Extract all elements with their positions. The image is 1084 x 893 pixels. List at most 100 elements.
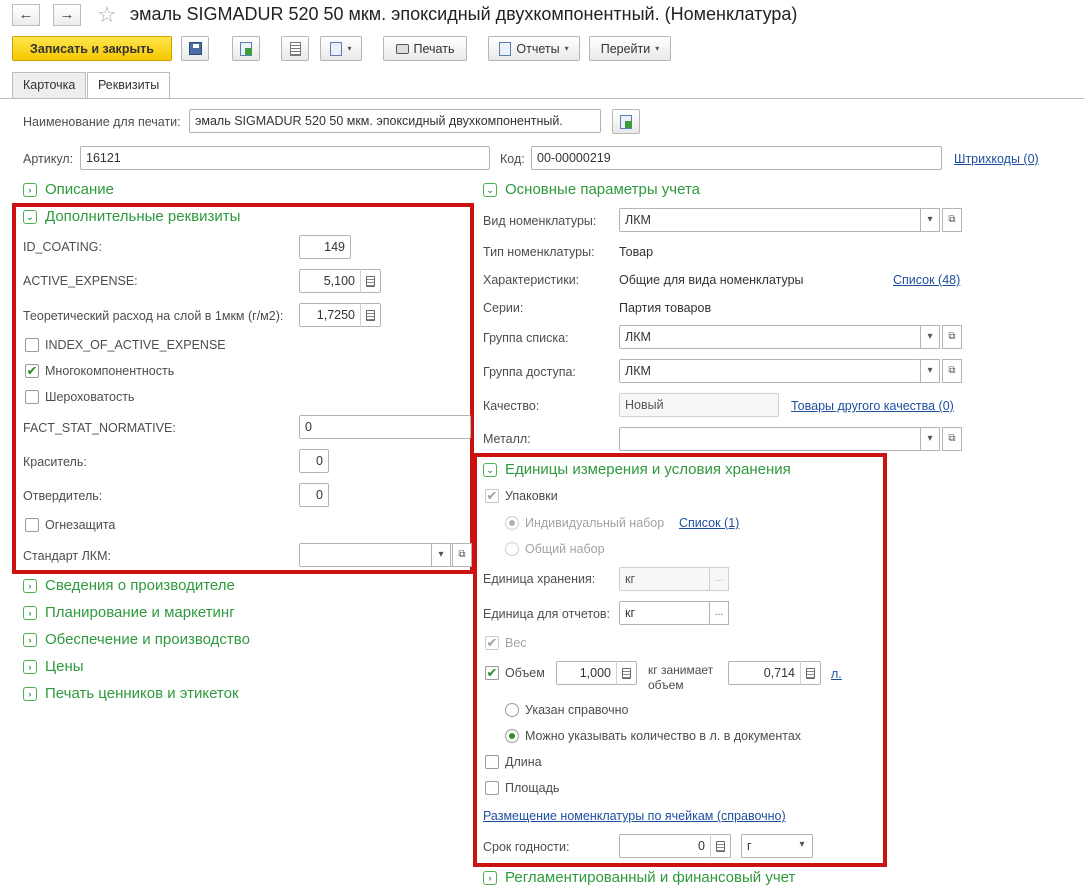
copy-name-button[interactable] xyxy=(612,109,640,134)
list-group-dropdown[interactable]: ▾ xyxy=(920,325,940,349)
report-unit-select-button[interactable]: ... xyxy=(709,601,729,625)
weight-checkbox[interactable]: ✔ xyxy=(485,636,499,650)
quality-field[interactable]: Новый xyxy=(619,393,779,417)
planning-section[interactable]: › Планирование и маркетинг xyxy=(23,604,235,621)
print-button[interactable]: Печать xyxy=(383,36,467,61)
save-and-close-button[interactable]: Записать и закрыть xyxy=(12,36,172,61)
quality-label: Качество: xyxy=(483,399,540,413)
expand-icon: › xyxy=(23,578,37,593)
expand-icon: › xyxy=(23,605,37,620)
metal-dropdown[interactable]: ▾ xyxy=(920,427,940,451)
fireproof-label: Огнезащита xyxy=(45,518,116,532)
fact-stat-field[interactable]: 0 xyxy=(299,415,471,439)
shelf-life-value: 0 xyxy=(698,839,705,853)
fireproof-checkbox[interactable] xyxy=(25,518,39,532)
individual-set-label: Индивидуальный набор xyxy=(525,516,665,530)
multicomponent-checkbox[interactable]: ✔ xyxy=(25,364,39,378)
create-based-on-button[interactable] xyxy=(232,36,260,61)
individual-set-list-link[interactable]: Список (1) xyxy=(679,516,739,530)
specified-ref-radio[interactable] xyxy=(505,703,519,717)
labels-section[interactable]: › Печать ценников и этикеток xyxy=(23,685,239,702)
area-checkbox[interactable] xyxy=(485,781,499,795)
paint-standard-field[interactable] xyxy=(299,543,453,567)
liter-unit-link[interactable]: л. xyxy=(831,667,842,681)
dye-field[interactable]: 0 xyxy=(299,449,329,473)
list-group-field[interactable]: ЛКМ xyxy=(619,325,921,349)
article-field[interactable]: 16121 xyxy=(80,146,490,170)
window-title: эмаль SIGMADUR 520 50 мкм. эпоксидный дв… xyxy=(130,4,798,24)
main-params-section[interactable]: ⌄ Основные параметры учета xyxy=(483,181,700,198)
tab-card[interactable]: Карточка xyxy=(12,72,87,98)
provision-section[interactable]: › Обеспечение и производство xyxy=(23,631,250,648)
calculator-icon[interactable] xyxy=(710,834,730,858)
metal-open-button[interactable]: ⧉ xyxy=(942,427,962,451)
reports-button[interactable]: Отчеты ▾ xyxy=(488,36,580,61)
weight-label: Вес xyxy=(505,636,527,650)
individual-set-radio[interactable] xyxy=(505,516,519,530)
common-set-radio[interactable] xyxy=(505,542,519,556)
printer-icon xyxy=(395,43,409,54)
history-dropdown-button[interactable]: ▾ xyxy=(320,36,362,61)
calculator-icon[interactable] xyxy=(800,661,820,685)
calculator-icon[interactable] xyxy=(616,661,636,685)
code-label: Код: xyxy=(500,152,525,166)
barcodes-link[interactable]: Штрихкоды (0) xyxy=(954,152,1039,166)
volume-value: 1,000 xyxy=(579,666,611,680)
common-set-label: Общий набор xyxy=(525,542,605,556)
storage-unit-field[interactable]: кг xyxy=(619,567,710,591)
favorite-star-icon[interactable]: ☆ xyxy=(97,2,117,28)
regulated-section[interactable]: › Регламентированный и финансовый учет xyxy=(483,869,795,886)
metal-label: Металл: xyxy=(483,432,531,446)
calculator-icon[interactable] xyxy=(360,303,380,327)
kind-open-button[interactable]: ⧉ xyxy=(942,208,962,232)
save-and-close-label: Записать и закрыть xyxy=(30,41,154,56)
storage-unit-select-button[interactable]: ... xyxy=(709,567,729,591)
print-name-field[interactable]: эмаль SIGMADUR 520 50 мкм. эпоксидный дв… xyxy=(189,109,601,133)
length-checkbox[interactable] xyxy=(485,755,499,769)
save-disk-icon xyxy=(188,42,202,55)
hardener-field[interactable]: 0 xyxy=(299,483,329,507)
index-active-expense-checkbox[interactable] xyxy=(25,338,39,352)
goto-button[interactable]: Перейти ▾ xyxy=(589,36,671,61)
series-label: Серии: xyxy=(483,301,524,315)
paint-standard-dropdown[interactable]: ▾ xyxy=(431,543,451,567)
storage-unit-label: Единица хранения: xyxy=(483,572,596,586)
packages-checkbox[interactable]: ✔ xyxy=(485,489,499,503)
characteristics-list-link[interactable]: Список (48) xyxy=(893,273,960,287)
save-button[interactable] xyxy=(181,36,209,61)
tab-divider xyxy=(0,98,1084,99)
tab-requisites[interactable]: Реквизиты xyxy=(87,72,171,99)
forward-button[interactable]: → xyxy=(53,4,81,26)
series-value: Партия товаров xyxy=(619,301,712,315)
volume-checkbox[interactable]: ✔ xyxy=(485,666,499,680)
shelf-life-unit-dropdown[interactable]: ▾ xyxy=(792,834,812,858)
list-button[interactable] xyxy=(281,36,309,61)
other-quality-link[interactable]: Товары другого качества (0) xyxy=(791,399,954,413)
back-button[interactable]: ← xyxy=(12,4,40,26)
cell-placement-link[interactable]: Размещение номенклатуры по ячейкам (спра… xyxy=(483,809,786,823)
units-section[interactable]: ⌄ Единицы измерения и условия хранения xyxy=(483,461,791,478)
access-group-dropdown[interactable]: ▾ xyxy=(920,359,940,383)
code-field[interactable]: 00-00000219 xyxy=(531,146,942,170)
list-group-open-button[interactable]: ⧉ xyxy=(942,325,962,349)
roughness-checkbox[interactable] xyxy=(25,390,39,404)
metal-field[interactable] xyxy=(619,427,921,451)
kind-dropdown[interactable]: ▾ xyxy=(920,208,940,232)
chevron-down-icon: ▾ xyxy=(347,44,352,53)
id-coating-field[interactable]: 149 xyxy=(299,235,351,259)
extra-section-title: Дополнительные реквизиты xyxy=(45,208,241,225)
calculator-icon[interactable] xyxy=(360,269,380,293)
can-specify-radio[interactable] xyxy=(505,729,519,743)
fact-stat-label: FACT_STAT_NORMATIVE: xyxy=(23,421,176,435)
description-section[interactable]: › Описание xyxy=(23,181,114,198)
access-group-field[interactable]: ЛКМ xyxy=(619,359,921,383)
report-unit-field[interactable]: кг xyxy=(619,601,710,625)
extra-requisites-section[interactable]: ⌄ Дополнительные реквизиты xyxy=(23,208,240,225)
prices-section[interactable]: › Цены xyxy=(23,658,84,675)
manufacturer-section[interactable]: › Сведения о производителе xyxy=(23,577,235,594)
kind-field[interactable]: ЛКМ xyxy=(619,208,921,232)
access-group-open-button[interactable]: ⧉ xyxy=(942,359,962,383)
paint-standard-open-button[interactable]: ⧉ xyxy=(452,543,472,567)
occupies-volume-value: 0,714 xyxy=(763,666,795,680)
access-group-label: Группа доступа: xyxy=(483,365,576,379)
